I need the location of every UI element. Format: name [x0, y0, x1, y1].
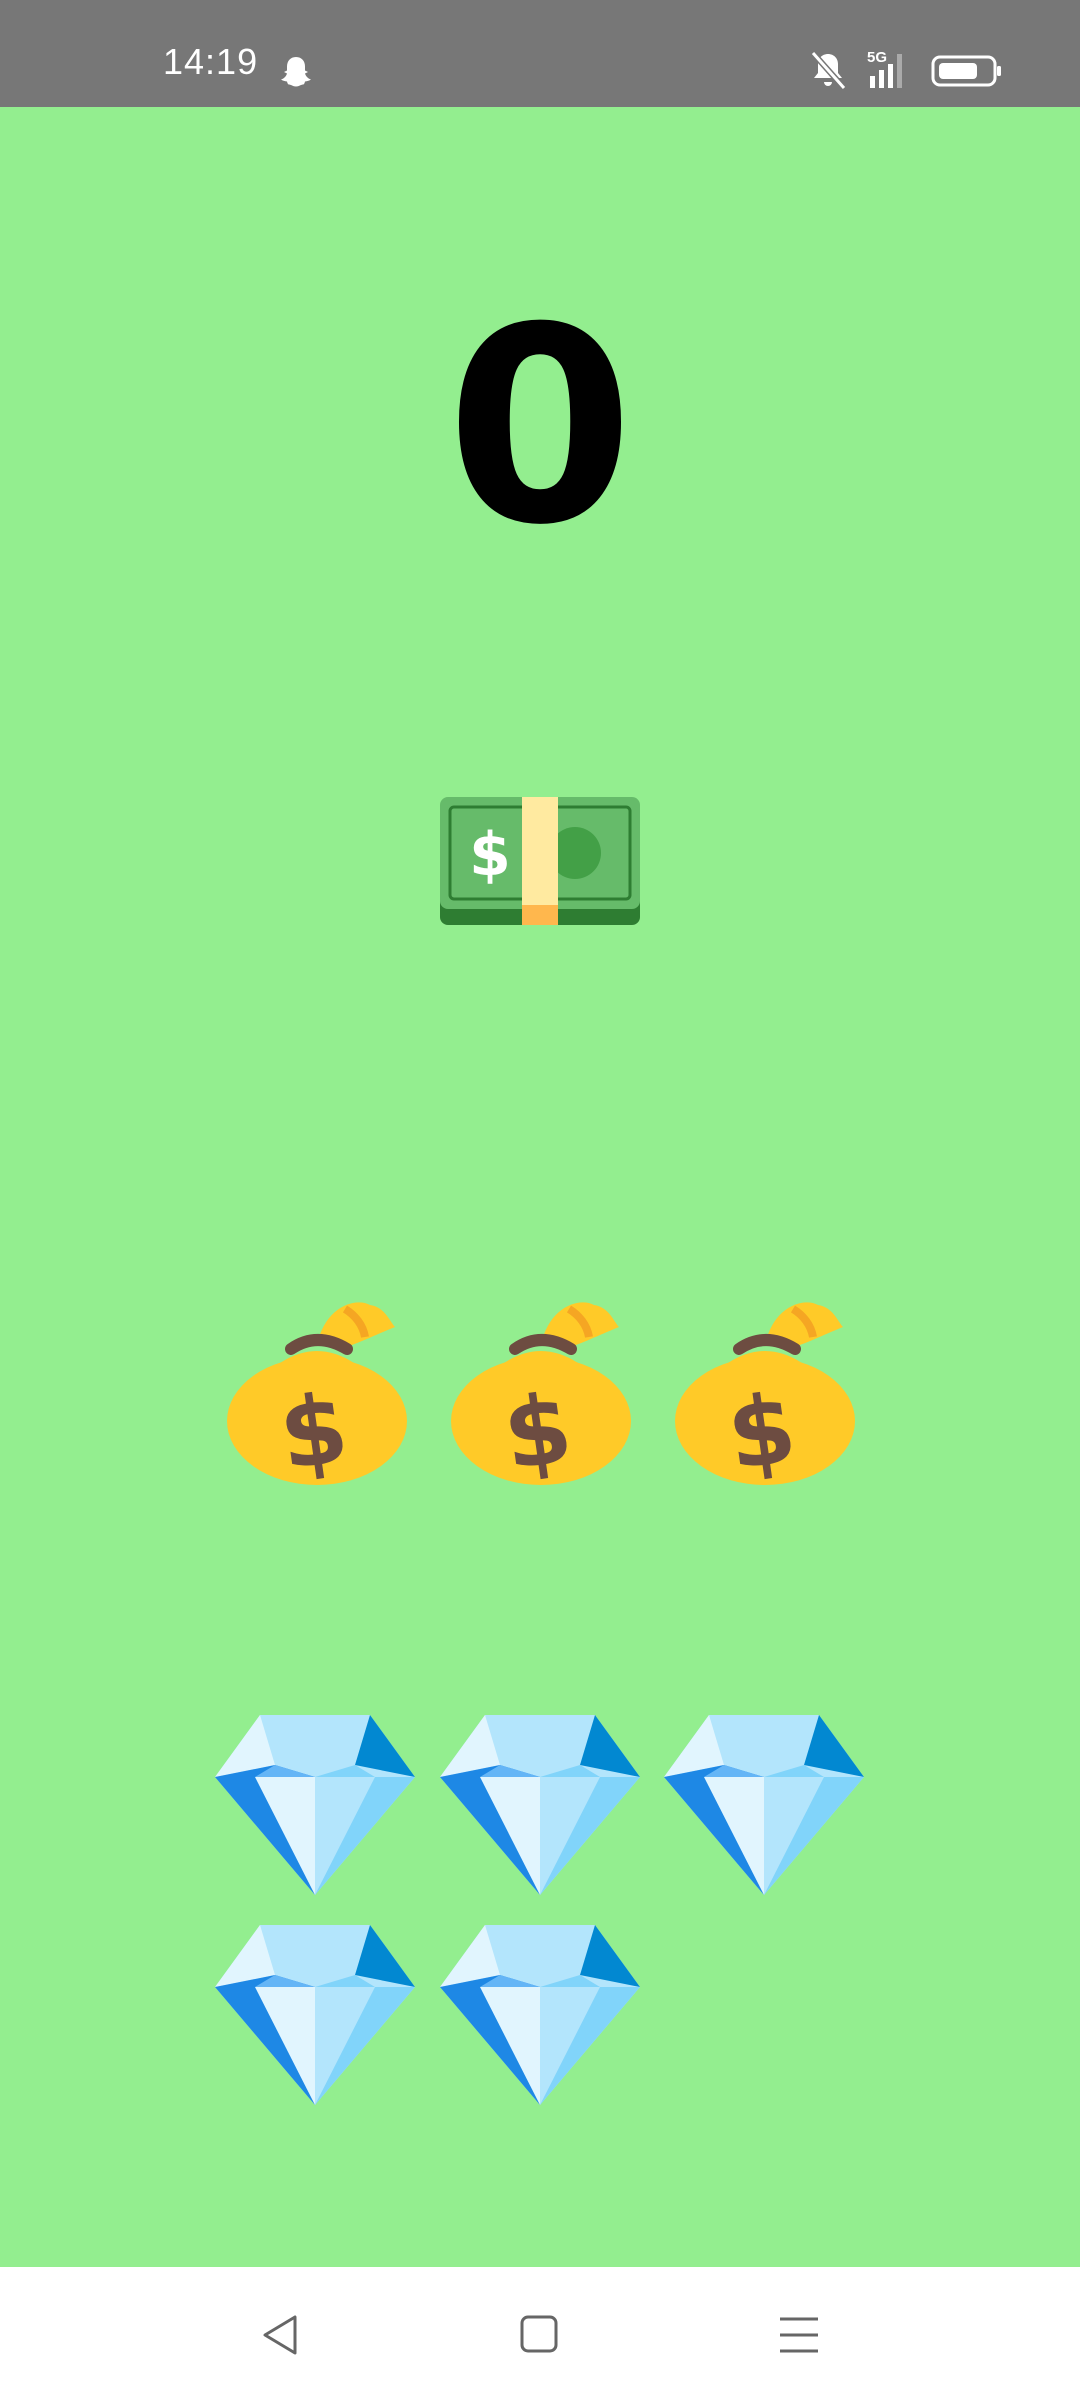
gem-stone-icon[interactable] — [215, 1925, 415, 2105]
gem-stone-icon[interactable] — [440, 1715, 640, 1895]
snapchat-ghost-icon — [281, 57, 311, 87]
status-bar: 14:19 5G — [0, 0, 1080, 107]
score-counter: 0 — [446, 269, 634, 584]
gem-stone-icon[interactable] — [440, 1925, 640, 2105]
recents-menu-icon[interactable] — [772, 2307, 828, 2363]
svg-text:$: $ — [469, 820, 511, 890]
money-bag-icon[interactable]: $ — [673, 1287, 857, 1485]
signal-5g-icon: 5G — [867, 49, 902, 88]
network-label: 5G — [867, 49, 887, 66]
game-area[interactable]: 0 $ $ $ $ — [0, 107, 1080, 2267]
gem-stone-icon[interactable] — [664, 1715, 864, 1895]
navigation-bar — [0, 2267, 1080, 2400]
money-bag-icon[interactable]: $ — [225, 1287, 409, 1485]
dollar-banknote-icon[interactable]: $ — [440, 797, 640, 925]
back-icon[interactable] — [255, 2307, 311, 2363]
bell-muted-icon — [810, 51, 847, 90]
home-icon[interactable] — [512, 2307, 568, 2363]
money-bag-icon[interactable]: $ — [449, 1287, 633, 1485]
status-time: 14:19 — [163, 41, 259, 82]
gem-stone-icon[interactable] — [215, 1715, 415, 1895]
battery-icon — [931, 55, 1001, 87]
